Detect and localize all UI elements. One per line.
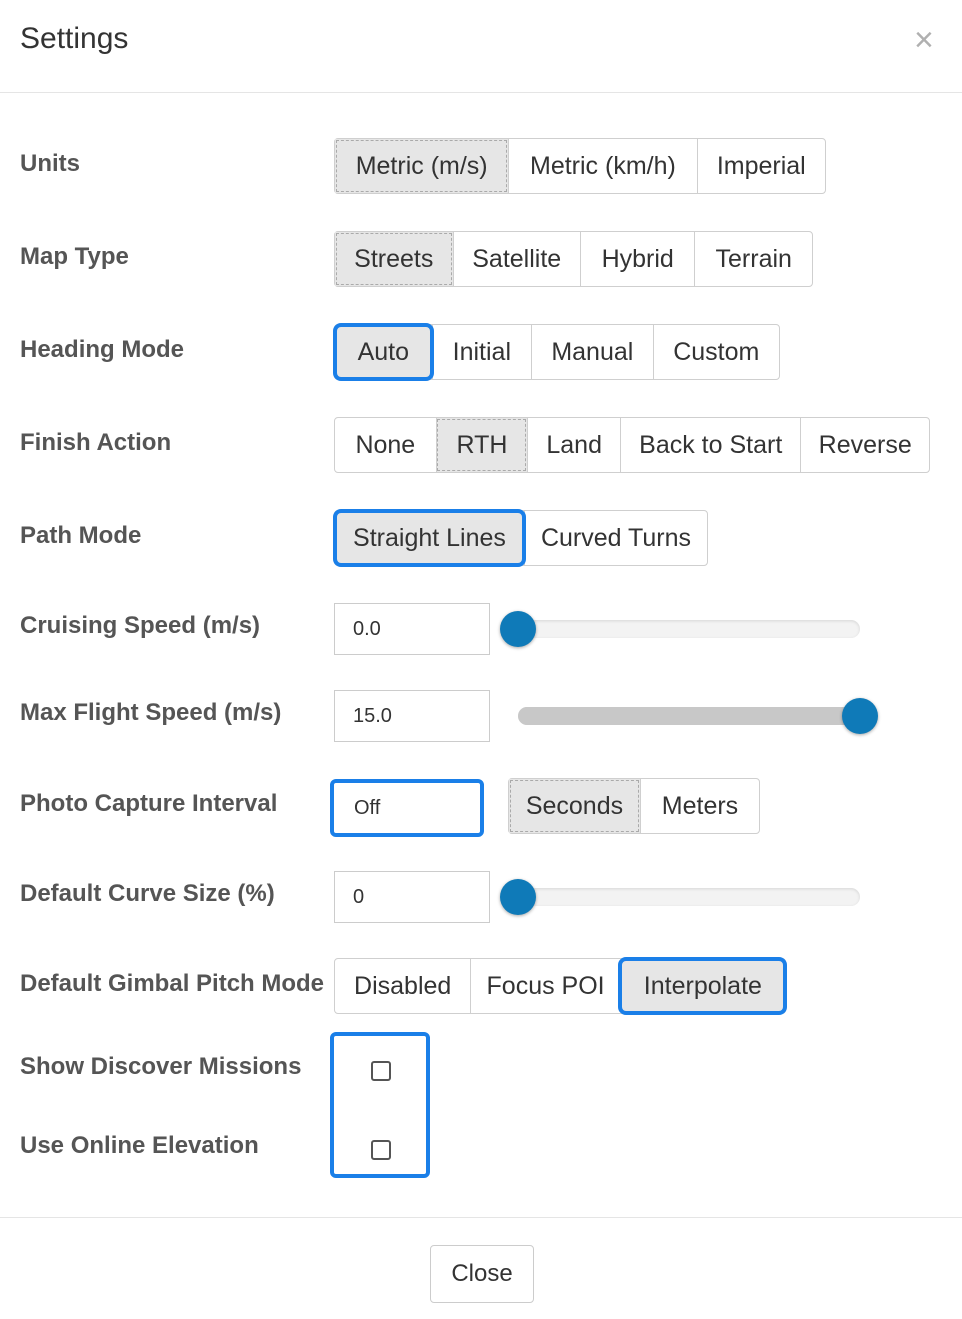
cruising-speed-input[interactable]: 0.0	[334, 603, 490, 655]
path-mode-option-straight-lines[interactable]: Straight Lines	[333, 509, 526, 567]
max-flight-speed-slider-thumb[interactable]	[842, 698, 878, 734]
map-type-toggle: Streets Satellite Hybrid Terrain	[334, 231, 813, 287]
path-mode-option-curved-turns[interactable]: Curved Turns	[523, 511, 707, 565]
finish-action-option-back-to-start[interactable]: Back to Start	[620, 418, 800, 472]
heading-mode-option-manual[interactable]: Manual	[531, 325, 652, 379]
path-mode-label: Path Mode	[20, 522, 142, 549]
heading-mode-toggle: Auto Initial Manual Custom	[333, 323, 780, 381]
heading-mode-option-custom[interactable]: Custom	[652, 325, 779, 379]
heading-mode-label: Heading Mode	[20, 336, 185, 363]
online-elevation-checkbox[interactable]	[371, 1140, 391, 1160]
units-option-imperial[interactable]: Imperial	[696, 139, 825, 193]
checkbox-focus-group	[330, 1032, 430, 1178]
gimbal-pitch-option-focus-poi[interactable]: Focus POI	[470, 959, 619, 1013]
photo-capture-input[interactable]: Off	[330, 779, 484, 837]
map-type-option-streets[interactable]: Streets	[335, 232, 453, 286]
units-toggle: Metric (m/s) Metric (km/h) Imperial	[334, 138, 826, 194]
finish-action-option-rth[interactable]: RTH	[435, 418, 528, 472]
finish-action-option-none[interactable]: None	[335, 418, 436, 472]
gimbal-pitch-toggle: Disabled Focus POI Interpolate	[334, 957, 788, 1015]
map-type-label: Map Type	[20, 243, 129, 270]
cruising-speed-slider-thumb[interactable]	[500, 611, 536, 647]
show-discover-label: Show Discover Missions	[20, 1053, 302, 1080]
units-option-metric-kmh[interactable]: Metric (km/h)	[508, 139, 696, 193]
gimbal-pitch-label: Default Gimbal Pitch Mode	[20, 970, 325, 997]
default-curve-slider-thumb[interactable]	[500, 879, 536, 915]
units-option-metric-ms[interactable]: Metric (m/s)	[335, 139, 509, 193]
map-type-option-hybrid[interactable]: Hybrid	[579, 232, 695, 286]
heading-mode-option-initial[interactable]: Initial	[431, 325, 532, 379]
photo-capture-option-meters[interactable]: Meters	[639, 779, 759, 833]
default-curve-slider[interactable]	[500, 879, 860, 915]
max-flight-speed-label: Max Flight Speed (m/s)	[20, 699, 282, 726]
finish-action-option-reverse[interactable]: Reverse	[800, 418, 929, 472]
finish-action-option-land[interactable]: Land	[527, 418, 620, 472]
cruising-speed-slider[interactable]	[500, 611, 860, 647]
max-flight-speed-slider-fill	[518, 707, 860, 725]
show-discover-checkbox[interactable]	[371, 1061, 391, 1081]
photo-capture-option-seconds[interactable]: Seconds	[509, 779, 640, 833]
default-curve-input[interactable]: 0	[334, 871, 490, 923]
map-type-option-satellite[interactable]: Satellite	[452, 232, 580, 286]
path-mode-toggle: Straight Lines Curved Turns	[333, 509, 708, 567]
default-curve-label: Default Curve Size (%)	[20, 880, 275, 907]
dialog-title: Settings	[20, 22, 129, 55]
gimbal-pitch-option-interpolate[interactable]: Interpolate	[617, 957, 788, 1015]
map-type-option-terrain[interactable]: Terrain	[694, 232, 812, 286]
footer-divider	[0, 1217, 962, 1218]
online-elevation-label: Use Online Elevation	[20, 1132, 259, 1159]
photo-capture-label: Photo Capture Interval	[20, 790, 278, 817]
cruising-speed-label: Cruising Speed (m/s)	[20, 612, 261, 639]
max-flight-speed-input[interactable]: 15.0	[334, 690, 490, 742]
finish-action-label: Finish Action	[20, 429, 172, 456]
heading-mode-option-auto[interactable]: Auto	[333, 323, 434, 381]
dialog-header: Settings ×	[0, 0, 962, 93]
close-button[interactable]: Close	[430, 1245, 534, 1303]
units-label: Units	[20, 150, 80, 177]
close-icon[interactable]: ×	[914, 22, 934, 58]
photo-capture-unit-toggle: Seconds Meters	[508, 778, 760, 834]
finish-action-toggle: None RTH Land Back to Start Reverse	[334, 417, 930, 473]
gimbal-pitch-option-disabled[interactable]: Disabled	[335, 959, 470, 1013]
max-flight-speed-slider[interactable]	[518, 698, 878, 734]
